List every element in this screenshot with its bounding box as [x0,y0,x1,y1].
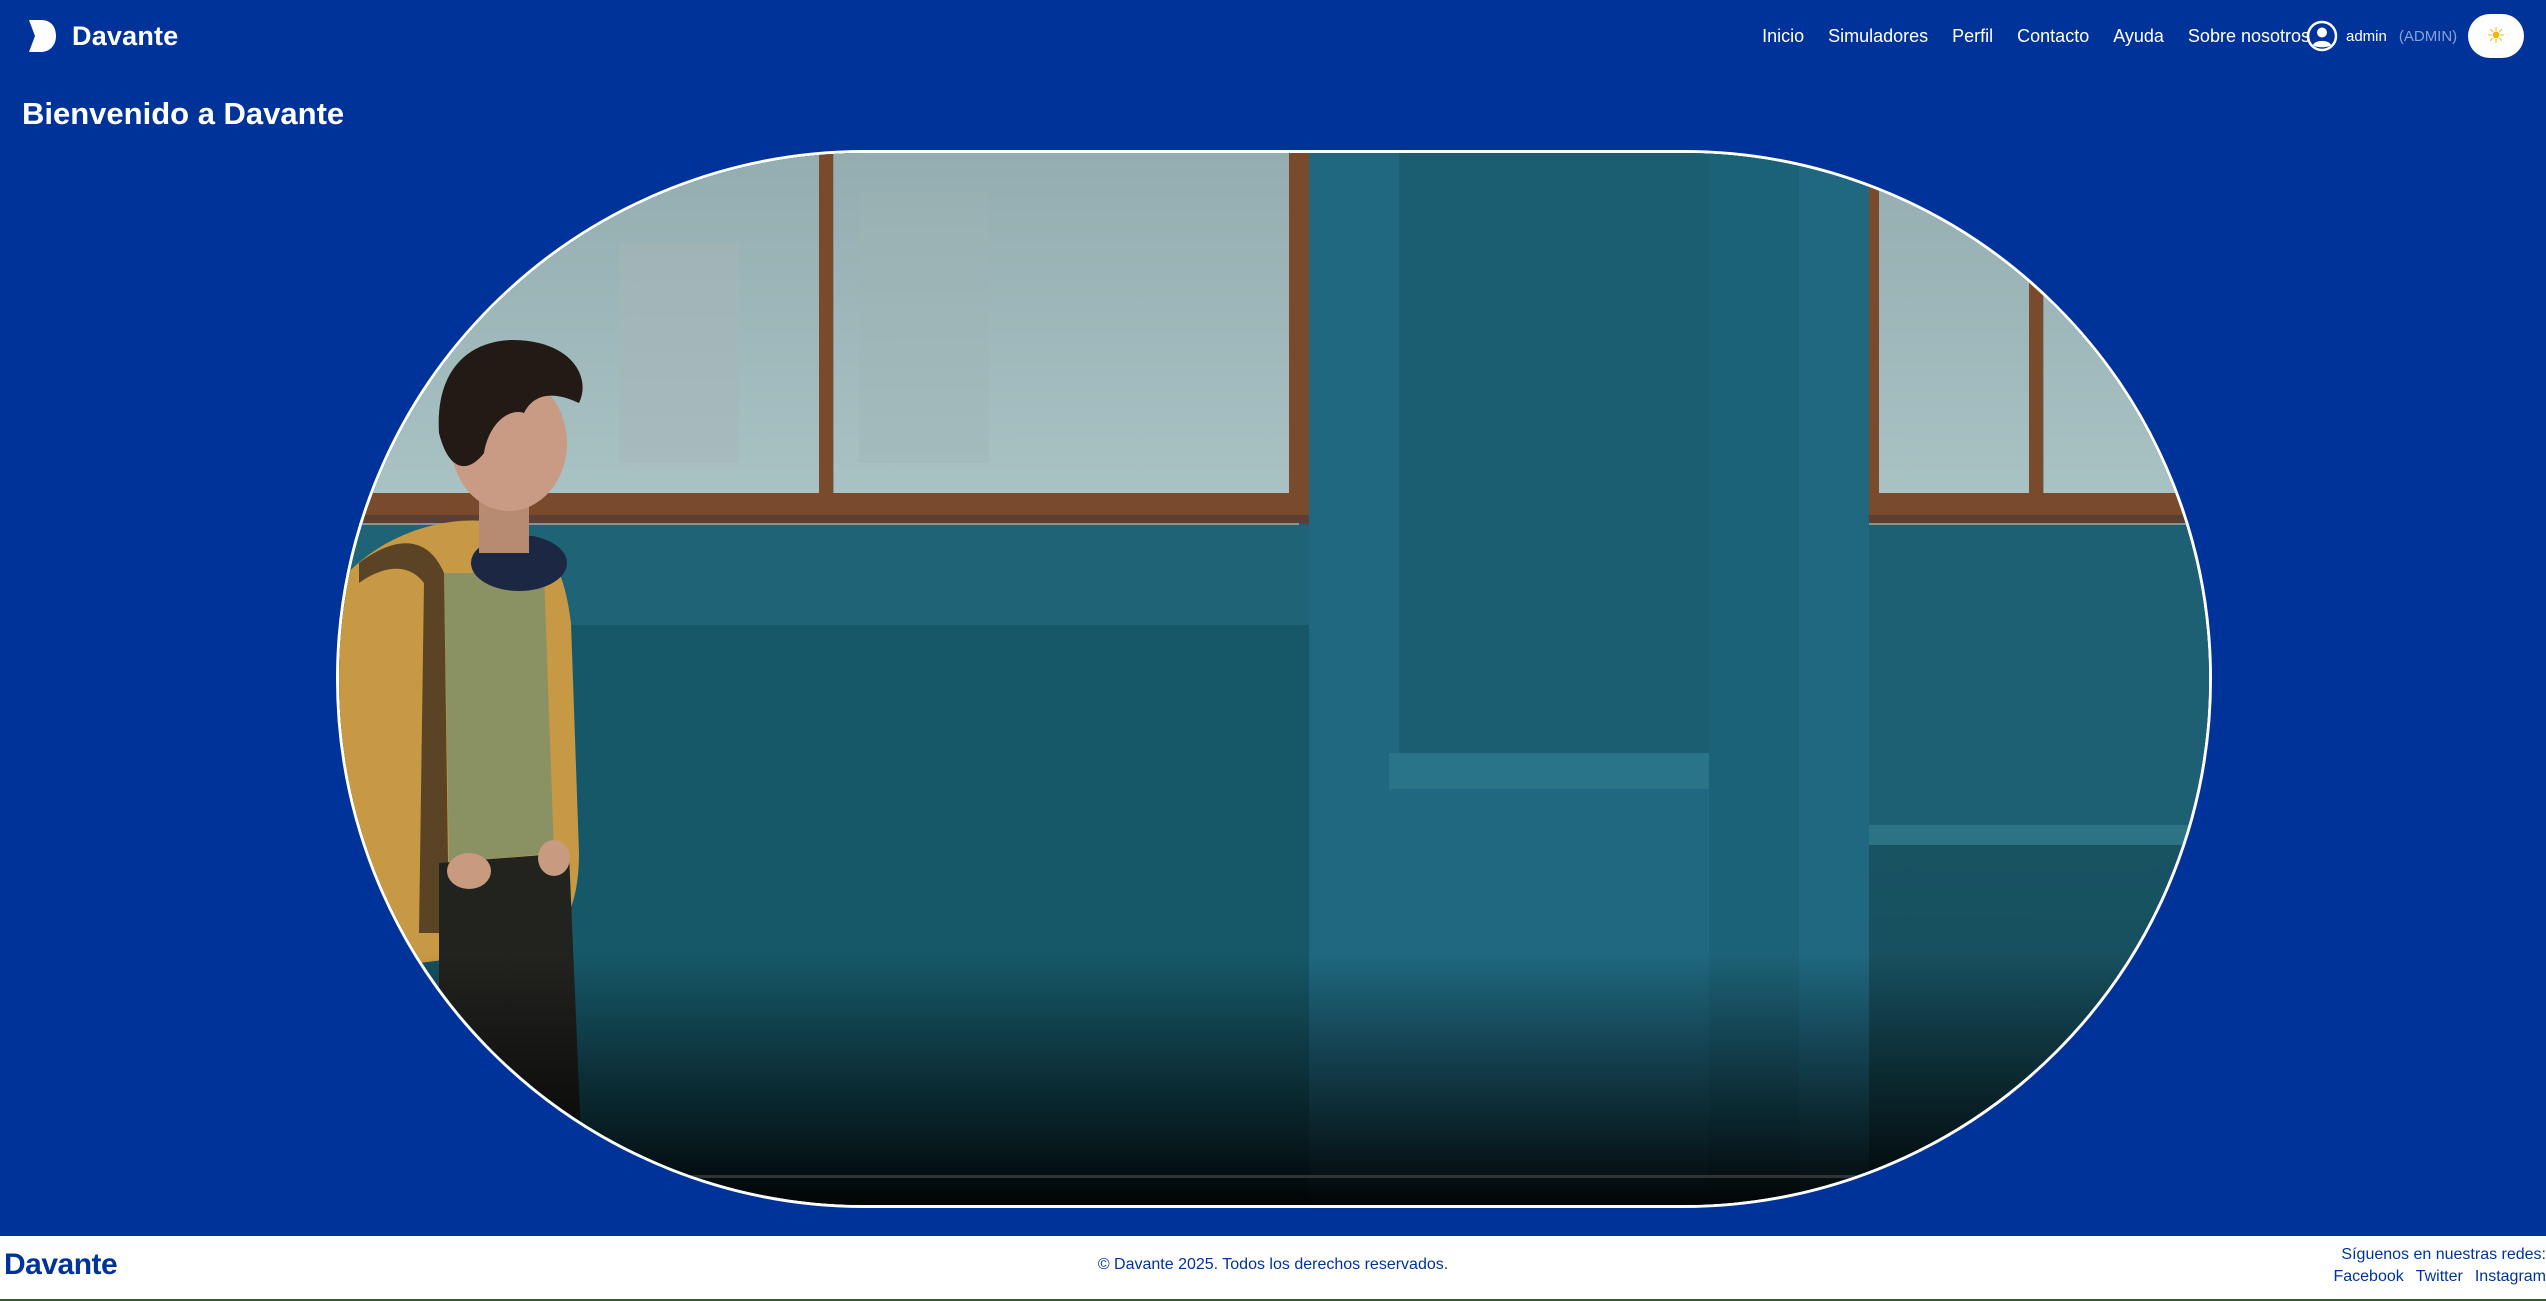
copyright-text: © Davante 2025. Todos los derechos reser… [1097,1256,1449,1273]
user-menu[interactable]: admin (ADMIN) [2306,18,2457,54]
nav-contacto[interactable]: Contacto [2017,26,2089,47]
social-links: Síguenos en nuestras redes: Facebook Twi… [2333,1244,2546,1288]
hero-photo-illustration [339,153,2209,1205]
user-circle-icon [2306,20,2338,52]
davante-logo-icon [29,20,56,52]
footer: Davante © Davante 2025. Todos los derech… [0,1236,2546,1301]
nav-simuladores[interactable]: Simuladores [1828,26,1928,47]
sun-icon: ☀ [2486,23,2506,48]
brand-link[interactable]: Davante [26,18,178,54]
nav-inicio[interactable]: Inicio [1762,26,1804,47]
user-name: admin [2346,27,2387,45]
theme-toggle-button[interactable]: ☀ [2468,14,2524,58]
brand-name: Davante [72,20,179,51]
main-nav: Inicio Simuladores Perfil Contacto Ayuda… [1762,0,2310,72]
nav-ayuda[interactable]: Ayuda [2113,26,2164,47]
nav-perfil[interactable]: Perfil [1952,26,1993,47]
user-role: (ADMIN) [2398,27,2458,45]
page-title: Bienvenido a Davante [22,96,345,131]
top-navbar: Davante Inicio Simuladores Perfil Contac… [0,0,2546,72]
nav-sobre-nosotros[interactable]: Sobre nosotros [2188,26,2310,47]
social-title: Síguenos en nuestras redes: [2341,1246,2546,1263]
instagram-link[interactable]: Instagram [2475,1266,2546,1288]
twitter-link[interactable]: Twitter [2416,1266,2463,1288]
facebook-link[interactable]: Facebook [2333,1266,2403,1288]
hero-image [336,150,2212,1208]
social-links-list: Facebook Twitter Instagram [2333,1266,2546,1288]
